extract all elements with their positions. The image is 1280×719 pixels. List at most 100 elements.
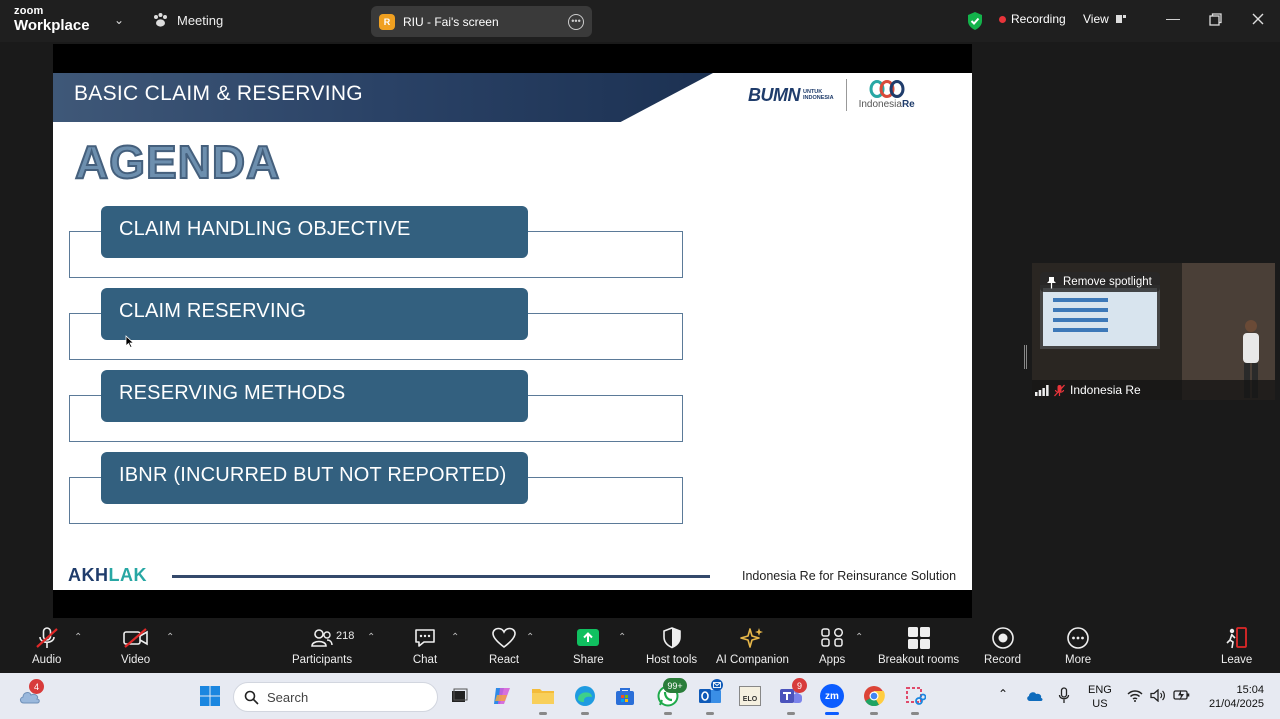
top-bar: zoom Workplace ⌄ Meeting R RIU - Fai's s… (0, 0, 1280, 42)
share-letterbox-bottom (53, 590, 972, 618)
spotlight-video-tile[interactable]: Remove spotlight Indonesia Re (1032, 263, 1275, 400)
participants-options-caret-icon[interactable]: ⌃ (367, 632, 375, 643)
system-clock[interactable]: 15:04 21/04/2025 (1204, 684, 1264, 712)
minimize-icon[interactable]: — (1166, 10, 1180, 26)
outlook-button[interactable] (697, 679, 723, 715)
agenda-item: IBNR (INCURRED BUT NOT REPORTED) (101, 452, 528, 504)
apps-button[interactable]: Apps (819, 626, 845, 666)
windows-taskbar: 4 Search 99+ ELO 9 zm ⌃ ENG US 15:04 21/… (0, 673, 1280, 719)
teams-badge: 9 (792, 678, 807, 693)
share-button[interactable]: Share (573, 626, 604, 666)
snipping-tool-button[interactable] (902, 683, 928, 715)
logo-divider (845, 79, 847, 111)
input-language-indicator[interactable]: ENG US (1088, 684, 1112, 712)
chrome-icon (864, 686, 885, 707)
breakout-rooms-icon (907, 627, 930, 649)
search-icon (244, 690, 259, 705)
host-tools-button[interactable]: Host tools (646, 626, 697, 666)
video-screen-line (1053, 308, 1108, 312)
video-options-caret-icon[interactable]: ⌃ (166, 632, 174, 643)
task-view-button[interactable] (446, 683, 472, 709)
audio-options-caret-icon[interactable]: ⌃ (74, 632, 82, 643)
panel-resize-handle[interactable] (1024, 345, 1027, 369)
chrome-button[interactable] (861, 683, 887, 715)
stopped-video-icon (122, 628, 148, 648)
pin-icon (1047, 276, 1056, 288)
chat-options-caret-icon[interactable]: ⌃ (451, 632, 459, 643)
mail-badge-icon (711, 679, 723, 691)
ai-companion-button[interactable]: AI Companion (716, 626, 789, 666)
record-button[interactable]: Record (984, 626, 1021, 666)
agenda-item: CLAIM HANDLING OBJECTIVE (101, 206, 528, 258)
video-button[interactable]: Video (121, 626, 150, 666)
react-options-caret-icon[interactable]: ⌃ (526, 632, 534, 643)
sharer-avatar-icon: R (379, 13, 395, 30)
breakout-rooms-button[interactable]: Breakout rooms (878, 626, 959, 666)
edge-button[interactable] (572, 683, 598, 715)
leave-button[interactable]: Leave (1221, 626, 1252, 666)
participant-name-bar: Indonesia Re (1032, 380, 1275, 400)
store-button[interactable] (612, 683, 638, 709)
chevron-down-icon[interactable]: ⌄ (114, 13, 124, 27)
whatsapp-button[interactable]: 99+ (655, 678, 687, 715)
meeting-toolbar: Audio ⌃ Video ⌃ Participants 218 ⌃ Chat … (0, 619, 1280, 673)
video-screen-line (1053, 318, 1108, 322)
meeting-button[interactable]: Meeting (152, 12, 223, 28)
tray-overflow-chevron-icon[interactable]: ⌃ (998, 687, 1008, 702)
running-indicator (787, 712, 795, 715)
running-indicator (581, 712, 589, 715)
agenda-heading: AGENDA (74, 135, 281, 189)
video-screen-line (1053, 328, 1108, 332)
audio-button[interactable]: Audio (32, 626, 61, 666)
running-indicator (539, 712, 547, 715)
snipping-tool-icon (906, 687, 926, 705)
recording-dot-icon (999, 15, 1006, 23)
active-indicator (825, 712, 839, 715)
store-bag-icon (616, 688, 634, 705)
slide-tagline: Indonesia Re for Reinsurance Solution (742, 569, 957, 583)
running-indicator (664, 712, 672, 715)
whatsapp-badge: 99+ (663, 678, 687, 693)
weather-badge: 4 (29, 679, 44, 694)
elo-app-button[interactable]: ELO (737, 683, 763, 709)
close-icon[interactable] (1252, 13, 1264, 25)
restore-icon[interactable] (1209, 13, 1222, 26)
weather-widget[interactable]: 4 (17, 679, 44, 709)
agenda-item: CLAIM RESERVING (101, 288, 528, 340)
zoom-taskbar-button[interactable]: zm (819, 683, 845, 715)
remove-spotlight-button[interactable]: Remove spotlight (1040, 272, 1160, 292)
zoom-app-icon: zm (820, 684, 844, 708)
teams-button[interactable]: 9 (778, 678, 807, 715)
microphone-tray-icon[interactable] (1058, 687, 1070, 704)
security-shield-icon[interactable] (966, 11, 984, 31)
screen-share-indicator[interactable]: R RIU - Fai's screen ••• (371, 6, 592, 37)
copilot-button[interactable] (489, 683, 515, 709)
share-screen-icon (577, 629, 600, 646)
more-button[interactable]: More (1065, 626, 1091, 666)
zoom-meeting-window: zoom Workplace ⌄ Meeting R RIU - Fai's s… (0, 0, 1280, 719)
chat-button[interactable]: Chat (412, 626, 438, 666)
onedrive-icon[interactable] (1026, 690, 1044, 702)
apps-options-caret-icon[interactable]: ⌃ (855, 632, 863, 643)
participants-icon (311, 629, 333, 647)
sparkle-icon (740, 628, 764, 648)
zoom-workplace-logo[interactable]: zoom Workplace (14, 6, 90, 34)
battery-charging-icon[interactable] (1173, 688, 1190, 702)
apps-grid-icon (821, 627, 844, 647)
mouse-cursor-icon (125, 335, 134, 348)
react-button[interactable]: React (489, 626, 519, 666)
more-options-icon[interactable]: ••• (568, 13, 584, 30)
agenda-item: RESERVING METHODS (101, 370, 528, 422)
start-button[interactable] (197, 683, 223, 709)
muted-mic-icon (1054, 384, 1065, 396)
file-explorer-button[interactable] (530, 683, 556, 715)
taskbar-search[interactable]: Search (233, 682, 438, 712)
recording-indicator[interactable]: Recording (999, 12, 1066, 26)
muted-microphone-icon (35, 627, 58, 648)
share-options-caret-icon[interactable]: ⌃ (618, 632, 626, 643)
wifi-icon[interactable] (1127, 689, 1143, 702)
task-view-icon (452, 688, 468, 702)
view-button[interactable]: View (1083, 12, 1127, 26)
volume-icon[interactable] (1150, 689, 1166, 702)
elo-app-icon: ELO (739, 686, 761, 706)
